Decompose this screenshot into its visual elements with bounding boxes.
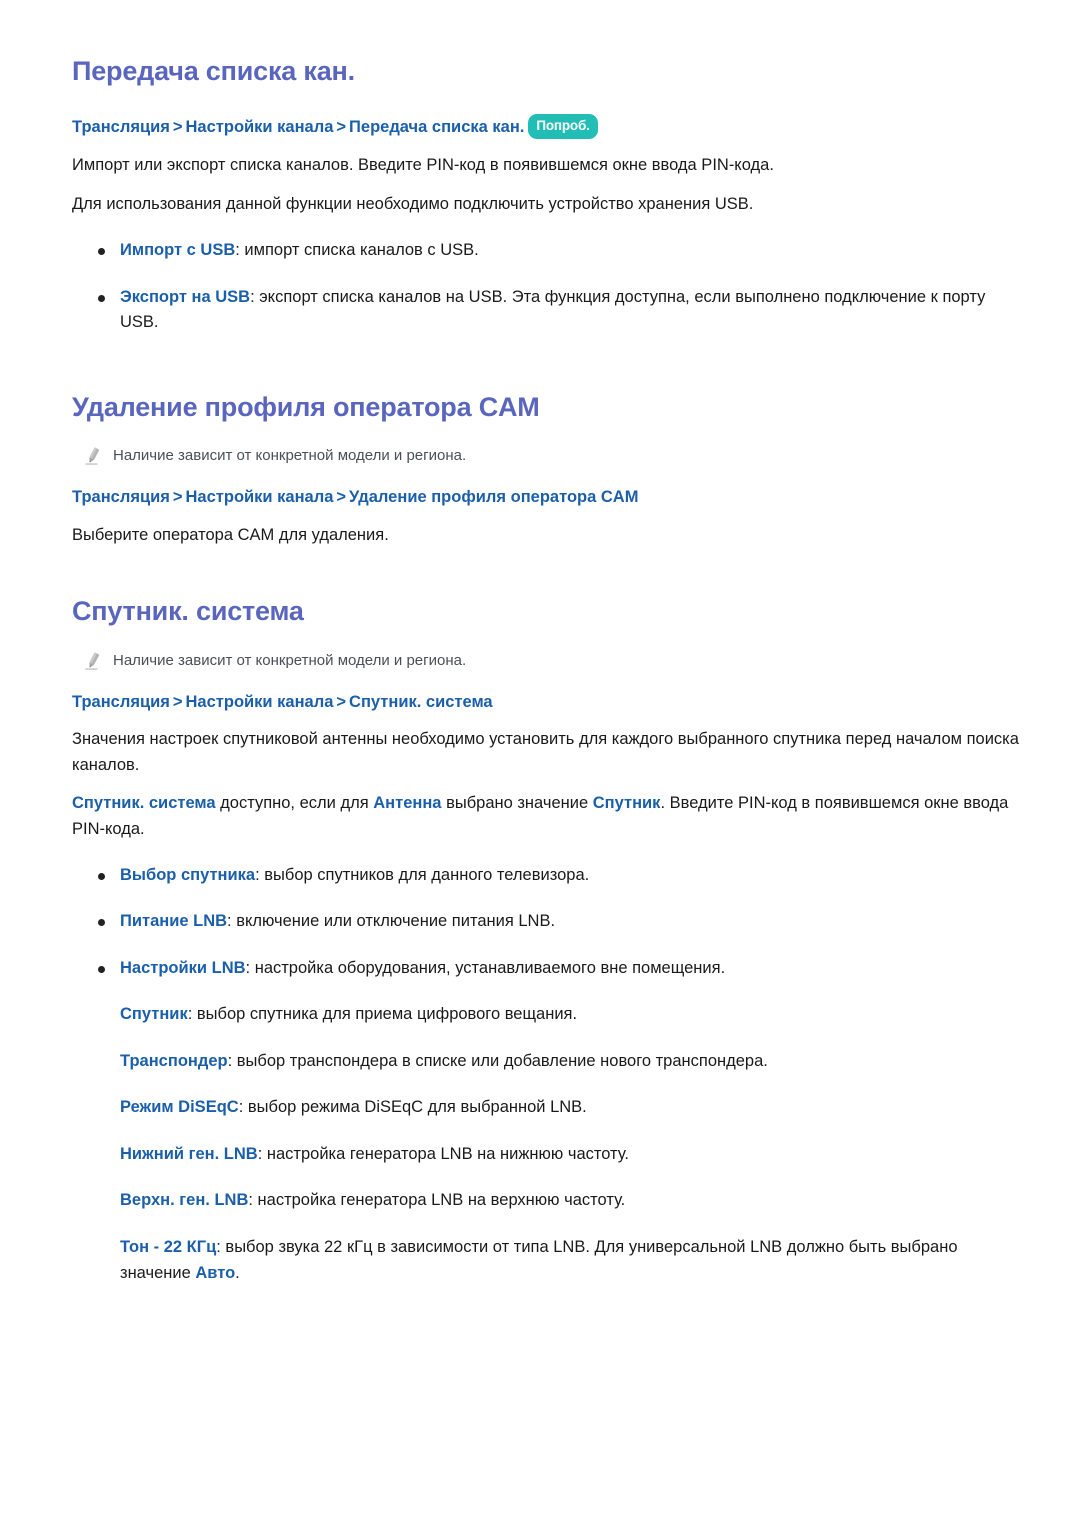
list-item: Настройки LNB: настройка оборудования, у… [72, 956, 1020, 982]
bullet-list-satellite-options: Выбор спутника: выбор спутников для данн… [72, 863, 1020, 982]
list-item: Верхн. ген. LNB: настройка генератора LN… [72, 1188, 1020, 1214]
note-availability: Наличие зависит от конкретной модели и р… [84, 445, 1020, 467]
list-item-description: : включение или отключение питания LNB. [227, 912, 556, 931]
list-item-description: : экспорт списка каналов на USB. Эта фун… [120, 287, 986, 332]
list-item-term: Тон - 22 КГц [120, 1238, 217, 1257]
term-satellite: Спутник [592, 794, 661, 813]
paragraph-select-cam-operator: Выберите оператора CAM для удаления. [72, 525, 389, 544]
breadcrumb-item-1[interactable]: Трансляция [72, 488, 170, 506]
breadcrumb-item-1[interactable]: Трансляция [72, 693, 170, 711]
breadcrumb-separator-icon: > [336, 692, 347, 711]
breadcrumb-item-1[interactable]: Трансляция [72, 118, 170, 136]
list-item: Экспорт на USB: экспорт списка каналов н… [72, 285, 1020, 336]
note-text: Наличие зависит от конкретной модели и р… [113, 651, 467, 669]
list-item-description: : выбор транспондера в списке или добавл… [227, 1051, 768, 1070]
section-title: Спутник. система [72, 596, 304, 627]
list-item-term: Спутник [120, 1005, 188, 1024]
list-item-description: : выбор спутников для данного телевизора… [255, 865, 590, 884]
list-item-term: Режим DiSEqC [120, 1098, 239, 1117]
section-title: Удаление профиля оператора CAM [72, 391, 540, 422]
paragraph-usb-requirement: Для использования данной функции необход… [72, 194, 754, 213]
term-satellite-system: Спутник. система [72, 794, 216, 813]
list-item-description: : настройка генератора LNB на верхнюю ча… [248, 1191, 626, 1210]
list-item-description: : настройка генератора LNB на нижнюю час… [257, 1144, 629, 1163]
list-item: Питание LNB: включение или отключение пи… [72, 909, 1020, 935]
breadcrumb-item-3[interactable]: Удаление профиля оператора CAM [349, 488, 638, 506]
breadcrumb-separator-icon: > [172, 488, 183, 507]
breadcrumb-item-2[interactable]: Настройки канала [186, 118, 334, 136]
pencil-icon [84, 651, 102, 671]
list-item-description: : выбор режима DiSEqC для выбранной LNB. [238, 1098, 587, 1117]
paragraph-satellite-availability: Спутник. система доступно, если для Анте… [72, 791, 1020, 842]
breadcrumb-separator-icon: > [172, 118, 183, 137]
list-item: Выбор спутника: выбор спутников для данн… [72, 863, 1020, 889]
list-item: Спутник: выбор спутника для приема цифро… [72, 1002, 1020, 1028]
list-item: Нижний ген. LNB: настройка генератора LN… [72, 1142, 1020, 1168]
availability-text-1: доступно, если для [215, 794, 374, 813]
section-satellite-system: Спутник. система Наличие зависит от конк… [72, 595, 1020, 1286]
breadcrumb-item-3[interactable]: Спутник. система [349, 693, 493, 711]
list-item-term: Экспорт на USB [120, 287, 251, 306]
availability-text-2: выбрано значение [441, 794, 593, 813]
breadcrumb: Трансляция > Настройки канала > Удаление про… [72, 485, 1020, 510]
breadcrumb-item-3[interactable]: Передача списка кан. [349, 118, 524, 136]
note-availability: Наличие зависит от конкретной модели и р… [84, 650, 1020, 672]
help-document-page: Передача списка кан. Трансляция > Настройк… [0, 0, 1080, 1527]
breadcrumb-separator-icon: > [336, 488, 347, 507]
breadcrumb-item-2[interactable]: Настройки канала [186, 488, 334, 506]
list-item-tone-22khz: Тон - 22 КГц: выбор звука 22 кГц в завис… [72, 1235, 1020, 1286]
term-antenna: Антенна [373, 794, 442, 813]
breadcrumb: Трансляция > Настройки канала > Спутник. сис… [72, 690, 1020, 715]
bullet-list-usb-options: Импорт с USB: импорт списка каналов с US… [72, 238, 1020, 336]
section-cam-operator-profile-delete: Удаление профиля оператора CAM Наличие з… [72, 391, 1020, 548]
list-item-term: Транспондер [120, 1051, 228, 1070]
breadcrumb-separator-icon: > [172, 692, 183, 711]
list-item-description-tail: . [235, 1263, 240, 1282]
page-title: Передача списка кан. [72, 56, 355, 86]
list-item-description: : настройка оборудования, устанавливаемо… [245, 958, 726, 977]
list-item-description: : выбор звука 22 кГц в зависимости от ти… [120, 1238, 958, 1282]
paragraph-satellite-intro: Значения настроек спутниковой антенны не… [72, 730, 1019, 774]
list-item: Импорт с USB: импорт списка каналов с US… [72, 238, 1020, 264]
section-channel-list-transfer: Передача списка кан. Трансляция > Настройк… [72, 55, 1020, 336]
breadcrumb-item-2[interactable]: Настройки канала [186, 693, 334, 711]
pencil-icon [84, 446, 102, 466]
note-text: Наличие зависит от конкретной модели и р… [113, 447, 467, 465]
paragraph-intro: Импорт или экспорт списка каналов. Введи… [72, 156, 774, 175]
list-item: Транспондер: выбор транспондера в списке… [72, 1049, 1020, 1075]
list-item-term: Выбор спутника [120, 865, 256, 884]
list-item-term: Импорт с USB [120, 241, 236, 260]
breadcrumb-separator-icon: > [336, 118, 347, 137]
list-item-description: : импорт списка каналов с USB. [235, 241, 479, 260]
breadcrumb: Трансляция > Настройки канала > Передача спи… [72, 114, 1020, 140]
list-item-term: Питание LNB [120, 912, 228, 931]
list-item: Режим DiSEqC: выбор режима DiSEqC для вы… [72, 1095, 1020, 1121]
list-item-term: Настройки LNB [120, 958, 246, 977]
list-item-term: Нижний ген. LNB [120, 1144, 258, 1163]
list-item-term: Верхн. ген. LNB [120, 1191, 249, 1210]
try-now-badge[interactable]: Попроб. [528, 114, 598, 139]
list-item-description: : выбор спутника для приема цифрового ве… [187, 1005, 578, 1024]
term-auto: Авто [195, 1263, 236, 1282]
